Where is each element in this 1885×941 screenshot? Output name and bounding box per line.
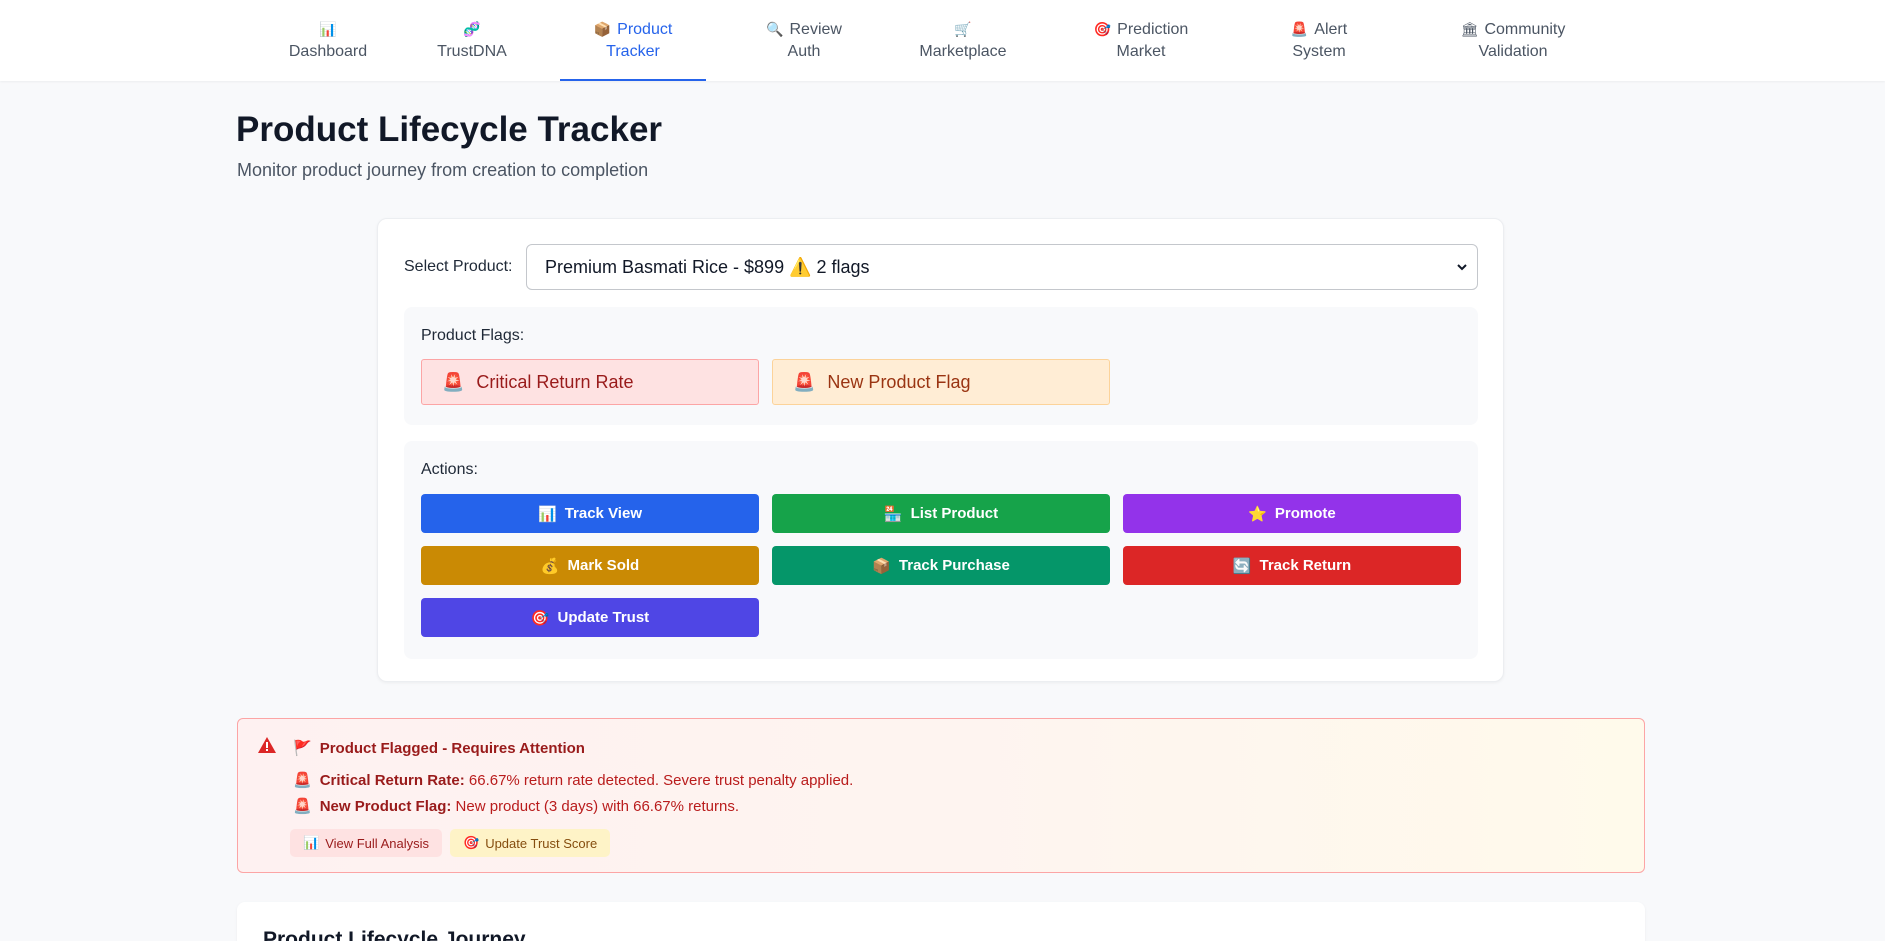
chart-icon: 📊 [538,504,557,523]
flag-critical-return-rate: 🚨 Critical Return Rate [421,359,759,405]
actions-panel: Actions: 📊 Track View 🏪 List Product ⭐ P… [404,441,1478,659]
tab-marketplace[interactable]: 🛒 Marketplace [903,0,1023,81]
institution-icon: 🏛 [1460,21,1479,38]
alert-line-text: 66.67% return rate detected. Severe trus… [468,771,854,789]
package-icon: 📦 [593,21,612,38]
tab-label-line1: Alert [1314,20,1348,38]
promote-button[interactable]: ⭐ Promote [1123,494,1461,533]
flag-icon: 🚩 [293,739,312,757]
siren-icon: 🚨 [793,371,816,393]
product-flags-label: Product Flags: [421,327,525,344]
tab-label-line1: Prediction [1117,20,1189,38]
view-full-analysis-button[interactable]: 📊 View Full Analysis [290,829,442,857]
flag-alert-banner: 🚩 Product Flagged - Requires Attention 🚨… [237,718,1645,873]
alert-line-critical: 🚨 Critical Return Rate: 66.67% return ra… [293,771,853,789]
search-icon: 🔍 [766,21,784,38]
alert-title: 🚩 Product Flagged - Requires Attention [293,739,585,757]
button-label: Track Purchase [898,557,1010,574]
page-title: Product Lifecycle Tracker [236,110,663,149]
button-label: Update Trust [557,609,650,626]
tab-label-line2: Market [1116,42,1166,60]
product-select-value: Premium Basmati Rice - $899 ⚠️ 2 flags [545,256,870,277]
dna-icon: 🧬 [463,21,481,38]
button-label: Mark Sold [567,557,640,574]
flag-label: Critical Return Rate [476,371,634,392]
tab-label-line2: System [1292,42,1346,60]
button-label: Update Trust Score [485,835,598,851]
alert-line-text: New product (3 days) with 66.67% returns… [455,797,740,815]
button-label: Track View [564,505,642,522]
button-label: View Full Analysis [325,835,429,851]
actions-label: Actions: [421,461,478,478]
list-product-button[interactable]: 🏪 List Product [772,494,1110,533]
chevron-down-icon [1457,264,1467,271]
track-return-button[interactable]: 🔄 Track Return [1123,546,1461,585]
tab-label: Dashboard [288,42,368,60]
tab-label-line1: Community [1484,20,1566,38]
tab-trustdna[interactable]: 🧬 TrustDNA [422,0,522,81]
lifecycle-journey-title: Product Lifecycle Journey [263,928,526,941]
track-view-button[interactable]: 📊 Track View [421,494,759,533]
alert-line-new-product: 🚨 New Product Flag: New product (3 days)… [293,797,739,815]
button-label: List Product [910,505,999,522]
lifecycle-journey-card: Product Lifecycle Journey [237,902,1645,941]
siren-icon: 🚨 [293,771,312,789]
product-tracker-card: Select Product: Premium Basmati Rice - $… [377,218,1504,682]
siren-icon: 🚨 [1290,21,1309,38]
tab-label: TrustDNA [437,42,507,60]
cart-icon: 🛒 [954,21,972,38]
refresh-icon: 🔄 [1232,556,1252,575]
siren-icon: 🚨 [293,797,312,815]
tab-prediction-market[interactable]: 🎯 Prediction Market [1080,0,1202,81]
tab-label-line2: Validation [1478,42,1548,60]
money-bag-icon: 💰 [540,556,560,575]
chart-icon: 📊 [319,21,337,38]
update-trust-score-button[interactable]: 🎯 Update Trust Score [450,829,611,857]
alert-title-text: Product Flagged - Requires Attention [319,739,585,757]
top-navigation: 📊 Dashboard 🧬 TrustDNA 📦 Product Tracker … [0,0,1885,81]
alert-line-label: Critical Return Rate: [319,771,465,789]
tab-label-line1: Review [789,20,842,38]
track-purchase-button[interactable]: 📦 Track Purchase [772,546,1110,585]
flag-label: New Product Flag [827,371,971,392]
button-label: Promote [1274,505,1336,522]
siren-icon: 🚨 [442,371,465,393]
target-icon: 🎯 [530,608,550,627]
chart-icon: 📊 [303,835,320,851]
alert-line-label: New Product Flag: [319,797,452,815]
tab-review-auth[interactable]: 🔍 Review Auth [754,0,854,81]
tab-label: Marketplace [919,42,1007,60]
target-icon: 🎯 [463,835,480,851]
package-icon: 📦 [872,556,891,575]
button-label: Track Return [1259,557,1352,574]
update-trust-button[interactable]: 🎯 Update Trust [421,598,759,637]
product-flags-panel: Product Flags: 🚨 Critical Return Rate 🚨 … [404,307,1478,425]
tab-label-line2: Auth [787,42,821,60]
flag-new-product: 🚨 New Product Flag [772,359,1110,405]
product-select[interactable]: Premium Basmati Rice - $899 ⚠️ 2 flags [526,244,1478,290]
tab-label-line1: Product [617,20,673,38]
star-icon: ⭐ [1248,504,1267,523]
target-icon: 🎯 [1093,21,1112,38]
mark-sold-button[interactable]: 💰 Mark Sold [421,546,759,585]
page-subtitle: Monitor product journey from creation to… [237,160,649,180]
tab-product-tracker[interactable]: 📦 Product Tracker [560,0,706,81]
tab-dashboard[interactable]: 📊 Dashboard [278,0,378,81]
tab-community-validation[interactable]: 🏛 Community Validation [1446,0,1580,81]
tab-label-line2: Tracker [606,42,660,60]
tab-alert-system[interactable]: 🚨 Alert System [1274,0,1364,81]
store-icon: 🏪 [883,504,903,523]
warning-triangle-icon [258,737,276,753]
select-product-label: Select Product: [404,258,513,275]
